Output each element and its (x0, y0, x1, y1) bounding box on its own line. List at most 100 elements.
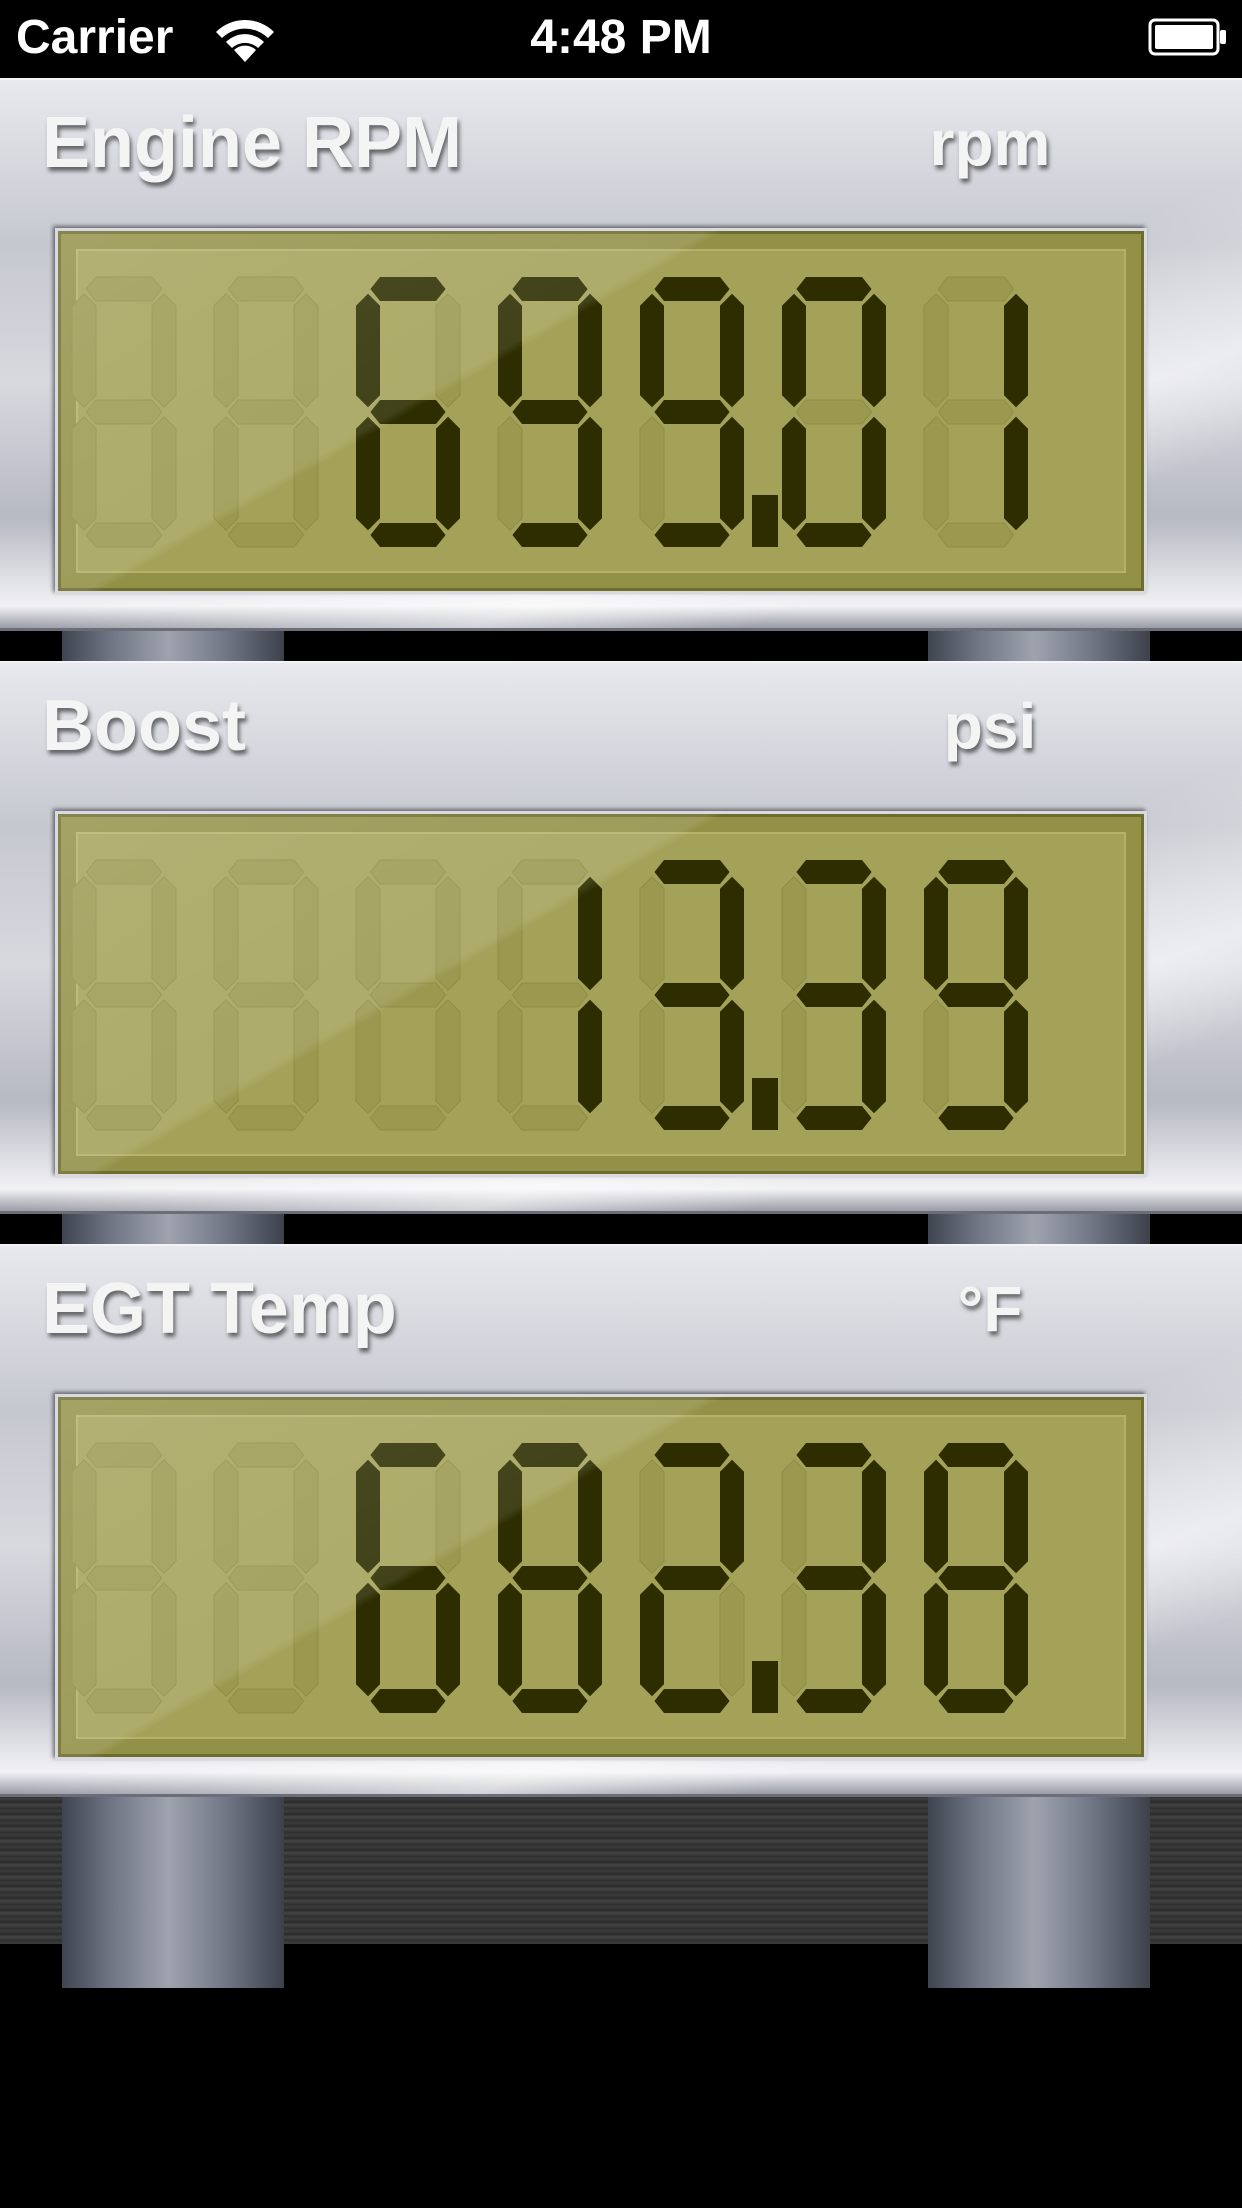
lcd-display: 13.39 (55, 811, 1147, 1177)
segment-unlit (85, 1565, 163, 1591)
segment-lit (1004, 293, 1028, 408)
segment-unlit (937, 276, 1015, 302)
segment-lit (1004, 1459, 1028, 1574)
segment-unlit (435, 876, 461, 991)
segment-unlit (511, 982, 589, 1008)
segment-unlit (937, 399, 1015, 425)
segment-lit (796, 1689, 872, 1713)
segment-unlit (71, 876, 97, 991)
segment-unlit (213, 1582, 239, 1697)
segment-unlit (151, 293, 177, 408)
segment-lit (512, 277, 588, 301)
segment-lit (1004, 876, 1028, 991)
segment-unlit (435, 293, 461, 408)
segment-lit (498, 293, 522, 408)
segment-lit (370, 277, 446, 301)
segment-lit (578, 876, 602, 991)
segment-lit (356, 1459, 380, 1574)
segment-lit (654, 400, 730, 424)
segment-unlit (85, 982, 163, 1008)
segment-lit (938, 1443, 1014, 1467)
segment-lit (654, 1106, 730, 1130)
segment-lit (938, 1566, 1014, 1590)
gauge-label: Engine RPM (42, 103, 463, 183)
segment-unlit (497, 999, 523, 1114)
segment-unlit (435, 1459, 461, 1574)
segment-unlit (151, 999, 177, 1114)
segment-lit (796, 523, 872, 547)
segment-lit (578, 1459, 602, 1574)
segment-unlit (293, 1459, 319, 1574)
segment-unlit (639, 1459, 665, 1574)
segment-unlit (923, 416, 949, 531)
segment-unlit (369, 1105, 447, 1131)
segment-lit (796, 1106, 872, 1130)
segment-lit (578, 416, 602, 531)
segment-lit (512, 1566, 588, 1590)
segment-unlit (795, 399, 873, 425)
segment-unlit (227, 399, 305, 425)
segment-unlit (293, 999, 319, 1114)
segment-lit (1004, 999, 1028, 1114)
segment-lit (796, 1443, 872, 1467)
segment-unlit (85, 522, 163, 548)
decimal-point (752, 1661, 778, 1713)
decimal-point (752, 495, 778, 547)
support-post (62, 1213, 284, 1245)
segment-lit (938, 1106, 1014, 1130)
segment-lit (356, 416, 380, 531)
segment-unlit (213, 293, 239, 408)
segment-lit (436, 1582, 460, 1697)
segment-lit (654, 523, 730, 547)
gauge-label: Boost (42, 686, 246, 766)
gauge-unit: rpm (929, 107, 1051, 179)
segment-lit (924, 876, 948, 991)
segment-lit (924, 1459, 948, 1574)
support-post (928, 630, 1150, 662)
support-leg (928, 1796, 1150, 1988)
segment-unlit (639, 416, 665, 531)
segment-lit (498, 1459, 522, 1574)
segment-unlit (639, 999, 665, 1114)
segment-unlit (719, 1582, 745, 1697)
segment-lit (640, 1582, 664, 1697)
gauge-egt-temp: EGT Temp °F 682.38 (0, 1244, 1242, 1797)
segment-lit (720, 999, 744, 1114)
segment-unlit (71, 1582, 97, 1697)
seven-segment-readout (71, 859, 1028, 1131)
segment-unlit (497, 416, 523, 531)
segment-unlit (227, 1105, 305, 1131)
segment-unlit (293, 293, 319, 408)
seven-segment-readout (71, 276, 1028, 548)
segment-unlit (781, 999, 807, 1114)
segment-unlit (85, 1105, 163, 1131)
segment-lit (578, 1582, 602, 1697)
segment-unlit (923, 293, 949, 408)
segment-unlit (369, 982, 447, 1008)
segment-unlit (151, 1582, 177, 1697)
segment-lit (654, 1566, 730, 1590)
segment-unlit (71, 416, 97, 531)
segment-lit (782, 416, 806, 531)
seven-segment-readout (71, 1442, 1028, 1714)
segment-lit (796, 983, 872, 1007)
segment-unlit (71, 293, 97, 408)
segment-lit (654, 983, 730, 1007)
segment-unlit (227, 1688, 305, 1714)
segment-lit (862, 293, 886, 408)
segment-lit (720, 416, 744, 531)
segment-lit (862, 1582, 886, 1697)
segment-unlit (639, 876, 665, 991)
segment-lit (498, 1582, 522, 1697)
support-post (62, 630, 284, 662)
segment-unlit (151, 416, 177, 531)
segment-lit (356, 1582, 380, 1697)
segment-unlit (227, 859, 305, 885)
segment-lit (578, 293, 602, 408)
segment-unlit (71, 1459, 97, 1574)
segment-lit (654, 1689, 730, 1713)
support-leg (62, 1796, 284, 1988)
segment-lit (720, 1459, 744, 1574)
segment-lit (512, 1689, 588, 1713)
status-bar: Carrier 4:48 PM (0, 0, 1242, 78)
